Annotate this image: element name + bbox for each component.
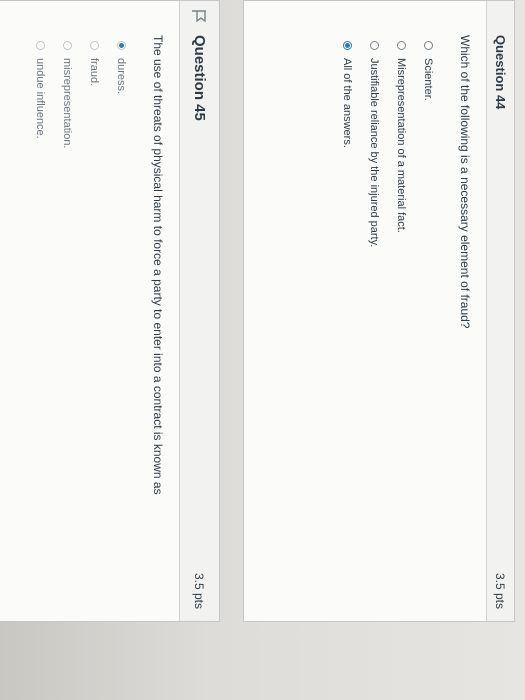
radio-button[interactable] xyxy=(397,41,406,50)
answer-label: fraud. xyxy=(88,58,101,87)
answer-label: undue influence. xyxy=(34,58,47,139)
question-card-45: Question 45 3.5 pts The use of threats o… xyxy=(0,0,220,622)
answer-label: duress. xyxy=(115,58,128,95)
answer-label: Justifiable reliance by the injured part… xyxy=(368,58,381,248)
answer-option[interactable]: misrepresentation. xyxy=(54,41,81,621)
question-points: 3.5 pts xyxy=(493,572,508,609)
flag-icon[interactable] xyxy=(191,9,207,23)
radio-button[interactable] xyxy=(370,41,379,50)
answer-option[interactable]: Justifiable reliance by the injured part… xyxy=(361,41,388,621)
question-title: Question 44 xyxy=(493,35,508,110)
answer-label: All of the answers. xyxy=(341,58,354,148)
question-header: Question 44 3.5 pts xyxy=(486,1,514,621)
answer-list: Scienter. Misrepresentation of a materia… xyxy=(334,41,442,621)
question-text: The use of threats of physical harm to f… xyxy=(151,35,165,495)
answer-list: duress. fraud. misrepresentation. undue … xyxy=(27,41,135,621)
answer-option[interactable]: fraud. xyxy=(81,41,108,621)
answer-option-selected[interactable]: All of the answers. xyxy=(334,41,361,621)
answer-option-selected[interactable]: duress. xyxy=(108,41,135,621)
radio-button[interactable] xyxy=(90,41,99,50)
radio-button-selected[interactable] xyxy=(343,41,352,50)
question-header: Question 45 3.5 pts xyxy=(179,1,219,621)
answer-label: Scienter. xyxy=(422,58,435,101)
answer-label: misrepresentation. xyxy=(61,58,74,149)
answer-option[interactable]: undue influence. xyxy=(27,41,54,621)
answer-label: Misrepresentation of a material fact. xyxy=(395,58,408,233)
answer-option[interactable]: Scienter. xyxy=(415,41,442,621)
question-card-44: Question 44 3.5 pts Which of the followi… xyxy=(243,0,515,622)
radio-button[interactable] xyxy=(63,41,72,50)
question-points: 3.5 pts xyxy=(192,572,207,609)
radio-button[interactable] xyxy=(36,41,45,50)
question-text: Which of the following is a necessary el… xyxy=(458,35,472,329)
question-title: Question 45 xyxy=(191,35,208,121)
radio-button-selected[interactable] xyxy=(117,41,126,50)
answer-option[interactable]: Misrepresentation of a material fact. xyxy=(388,41,415,621)
rotated-quiz-view: Question 44 3.5 pts Which of the followi… xyxy=(0,0,525,700)
radio-button[interactable] xyxy=(424,41,433,50)
